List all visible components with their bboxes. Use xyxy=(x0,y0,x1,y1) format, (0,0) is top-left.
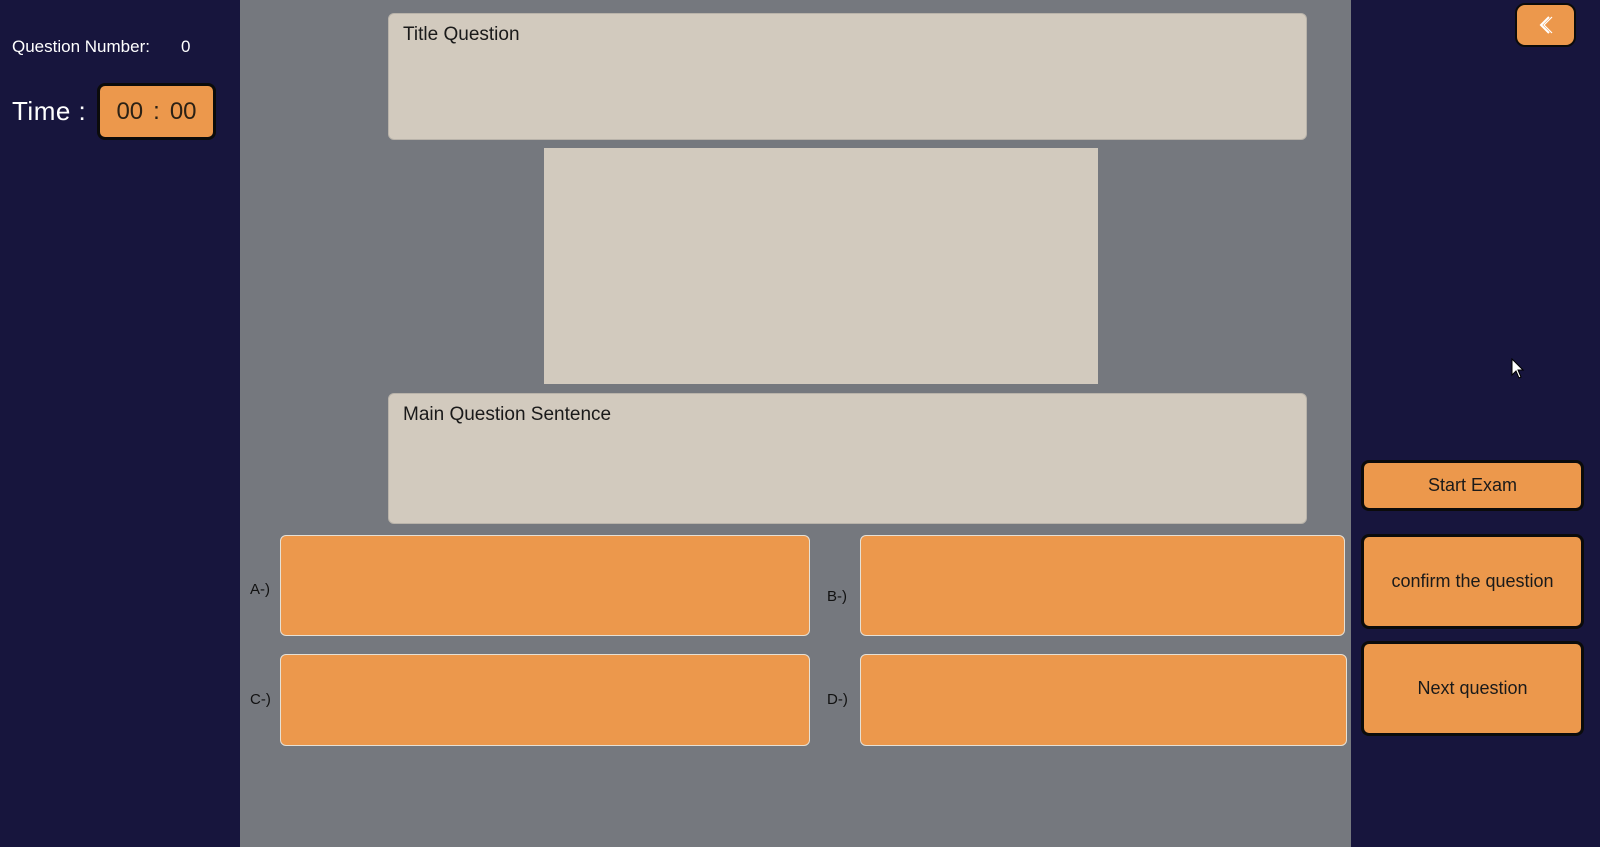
main-question-sentence-placeholder: Main Question Sentence xyxy=(403,404,612,425)
next-question-button[interactable]: Next question xyxy=(1361,641,1584,736)
option-c-field[interactable] xyxy=(280,654,810,746)
option-c-label: C-) xyxy=(250,691,271,708)
question-image-area xyxy=(544,148,1098,384)
start-exam-button[interactable]: Start Exam xyxy=(1361,460,1584,511)
question-panel: Title Question Main Question Sentence A-… xyxy=(240,0,1351,847)
option-d-field[interactable] xyxy=(860,654,1347,746)
timer-seconds: 00 xyxy=(169,97,197,125)
time-label: Time : xyxy=(12,96,87,126)
question-number-label: Question Number: xyxy=(12,37,150,56)
title-question-field[interactable]: Title Question xyxy=(388,13,1307,140)
timer-display: 00 : 00 xyxy=(97,83,216,140)
option-a-field[interactable] xyxy=(280,535,810,636)
left-sidebar: Question Number: 0 Time : 00 : 00 xyxy=(0,0,240,847)
timer-minutes: 00 xyxy=(116,97,144,125)
option-b-field[interactable] xyxy=(860,535,1345,636)
option-a-label: A-) xyxy=(250,581,270,598)
main-question-sentence-field[interactable]: Main Question Sentence xyxy=(388,393,1307,524)
chevron-left-icon xyxy=(1539,16,1552,34)
confirm-question-button[interactable]: confirm the question xyxy=(1361,534,1584,629)
mouse-cursor-icon xyxy=(1511,358,1525,379)
title-question-placeholder: Title Question xyxy=(403,24,520,45)
option-d-label: D-) xyxy=(827,691,848,708)
right-sidebar: Start Exam confirm the question Next que… xyxy=(1351,0,1600,847)
question-number-value: 0 xyxy=(181,37,191,56)
back-button[interactable] xyxy=(1515,3,1576,47)
option-b-label: B-) xyxy=(827,588,847,605)
timer-separator: : xyxy=(153,97,160,125)
